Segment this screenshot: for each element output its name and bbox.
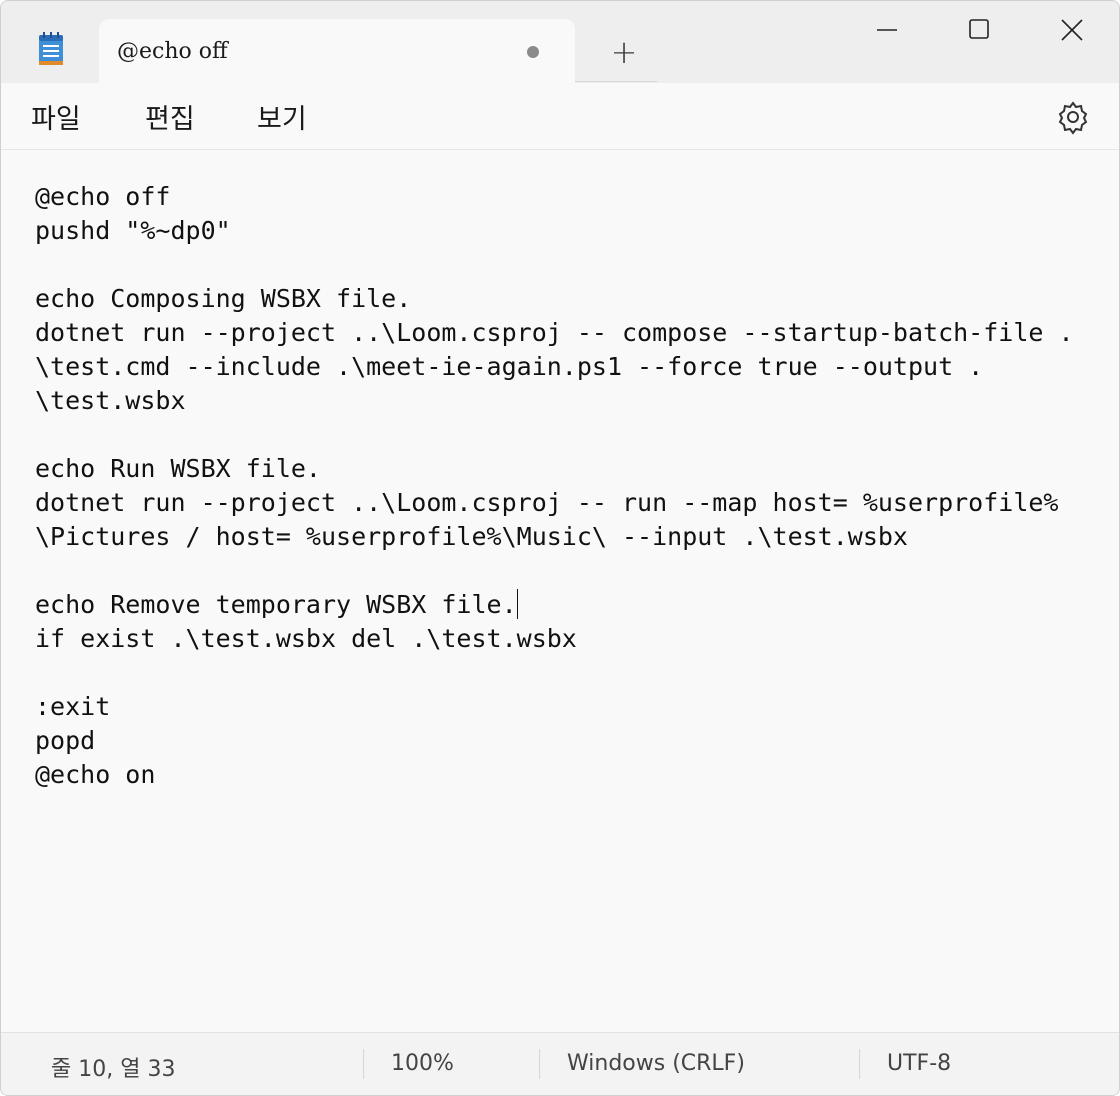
notepad-icon — [39, 32, 63, 65]
menu-file[interactable]: 파일 — [29, 97, 83, 136]
menu-view[interactable]: 보기 — [255, 97, 309, 136]
maximize-icon — [969, 19, 989, 39]
editor-line[interactable]: pushd "%~dp0" — [35, 216, 231, 245]
editor-line[interactable]: \Pictures / host= %userprofile%\Music\ -… — [35, 522, 908, 551]
editor-line[interactable]: echo Composing WSBX file. — [35, 284, 411, 313]
document-tab[interactable]: @echo off — [99, 19, 575, 85]
close-button[interactable] — [1025, 1, 1117, 59]
editor-line[interactable]: popd — [35, 726, 95, 755]
editor-line[interactable]: dotnet run --project ..\Loom.csproj -- c… — [35, 318, 1074, 347]
editor-line[interactable]: echo Remove temporary WSBX file. — [35, 590, 517, 619]
status-divider — [539, 1049, 540, 1079]
status-zoom[interactable]: 100% — [391, 1051, 454, 1076]
editor-line[interactable]: :exit — [35, 692, 110, 721]
gear-icon — [1058, 101, 1088, 135]
unsaved-dot-icon[interactable] — [527, 46, 539, 58]
minimize-button[interactable] — [841, 1, 933, 59]
text-caret — [516, 589, 518, 619]
title-bar[interactable]: @echo off + — [1, 1, 1119, 85]
status-divider — [859, 1049, 860, 1079]
new-tab-button[interactable]: + — [601, 29, 647, 75]
editor-line[interactable]: if exist .\test.wsbx del .\test.wsbx — [35, 624, 577, 653]
editor-line[interactable]: echo Run WSBX file. — [35, 454, 321, 483]
notepad-window: @echo off + 파일 편집 보기 @echo off pushd "%~… — [0, 0, 1120, 1096]
status-encoding[interactable]: UTF-8 — [887, 1051, 951, 1076]
tab-title: @echo off — [117, 39, 228, 64]
menu-edit[interactable]: 편집 — [143, 97, 197, 136]
status-line-ending[interactable]: Windows (CRLF) — [567, 1051, 745, 1076]
maximize-button[interactable] — [933, 1, 1025, 59]
status-cursor-position[interactable]: 줄 10, 열 33 — [51, 1051, 175, 1083]
minimize-icon — [877, 29, 897, 31]
settings-button[interactable] — [1053, 97, 1093, 137]
status-bar: 줄 10, 열 33 100% Windows (CRLF) UTF-8 — [1, 1032, 1119, 1095]
editor-content[interactable]: @echo off pushd "%~dp0" echo Composing W… — [35, 180, 1074, 792]
status-divider — [363, 1049, 364, 1079]
editor-line[interactable]: \test.cmd --include .\meet-ie-again.ps1 … — [35, 352, 983, 381]
editor-line[interactable]: @echo on — [35, 760, 155, 789]
tab-divider — [575, 81, 657, 82]
text-editor[interactable]: @echo off pushd "%~dp0" echo Composing W… — [1, 150, 1119, 1032]
editor-line[interactable]: dotnet run --project ..\Loom.csproj -- r… — [35, 488, 1059, 517]
editor-line[interactable]: \test.wsbx — [35, 386, 186, 415]
menu-bar: 파일 편집 보기 — [1, 83, 1119, 150]
editor-line[interactable]: @echo off — [35, 182, 170, 211]
close-icon — [1061, 19, 1083, 41]
